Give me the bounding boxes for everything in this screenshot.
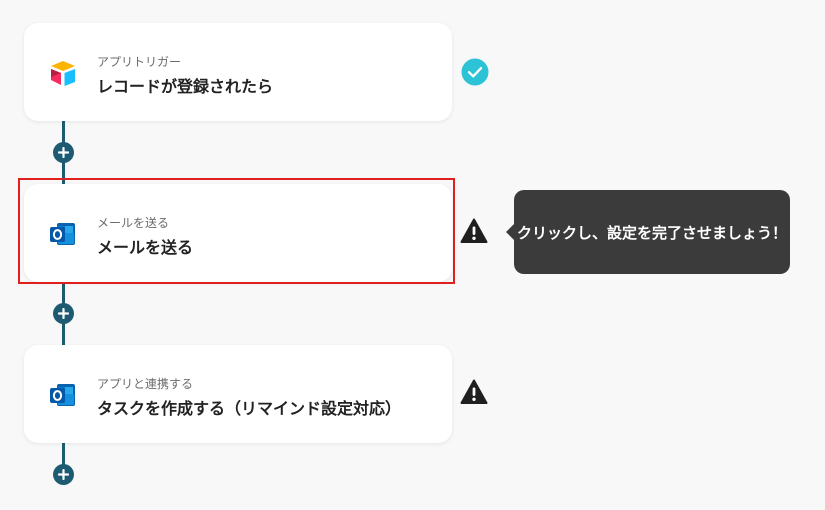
add-step-button[interactable] (53, 303, 74, 324)
plus-icon (58, 308, 69, 319)
step-subtitle: メールを送る (97, 216, 170, 230)
step-title: タスクを作成する（リマインド設定対応） (97, 399, 402, 418)
tooltip-text: クリックし、設定を完了させましょう！ (516, 223, 787, 242)
plus-icon (58, 147, 69, 158)
add-step-button[interactable] (53, 142, 74, 163)
add-step-button[interactable] (53, 464, 74, 485)
warning-icon (460, 379, 488, 404)
outlook-icon (50, 384, 75, 406)
step-title: レコードが登録されたら (97, 77, 274, 96)
create-task-step-card[interactable]: アプリと連携する タスクを作成する（リマインド設定対応） (24, 345, 452, 443)
step-subtitle: アプリトリガー (97, 55, 182, 69)
warning-icon (460, 218, 488, 243)
step-title: メールを送る (97, 238, 194, 257)
airtable-icon (51, 61, 75, 86)
trigger-step-card[interactable]: アプリトリガー レコードが登録されたら (24, 23, 452, 121)
tooltip-arrow (506, 224, 514, 240)
send-mail-step-card[interactable]: メールを送る メールを送る (24, 184, 452, 282)
check-circle-icon (461, 58, 489, 86)
outlook-icon (50, 223, 75, 245)
plus-icon (58, 469, 69, 480)
setup-tooltip: クリックし、設定を完了させましょう！ (506, 190, 790, 274)
step-subtitle: アプリと連携する (97, 377, 194, 391)
